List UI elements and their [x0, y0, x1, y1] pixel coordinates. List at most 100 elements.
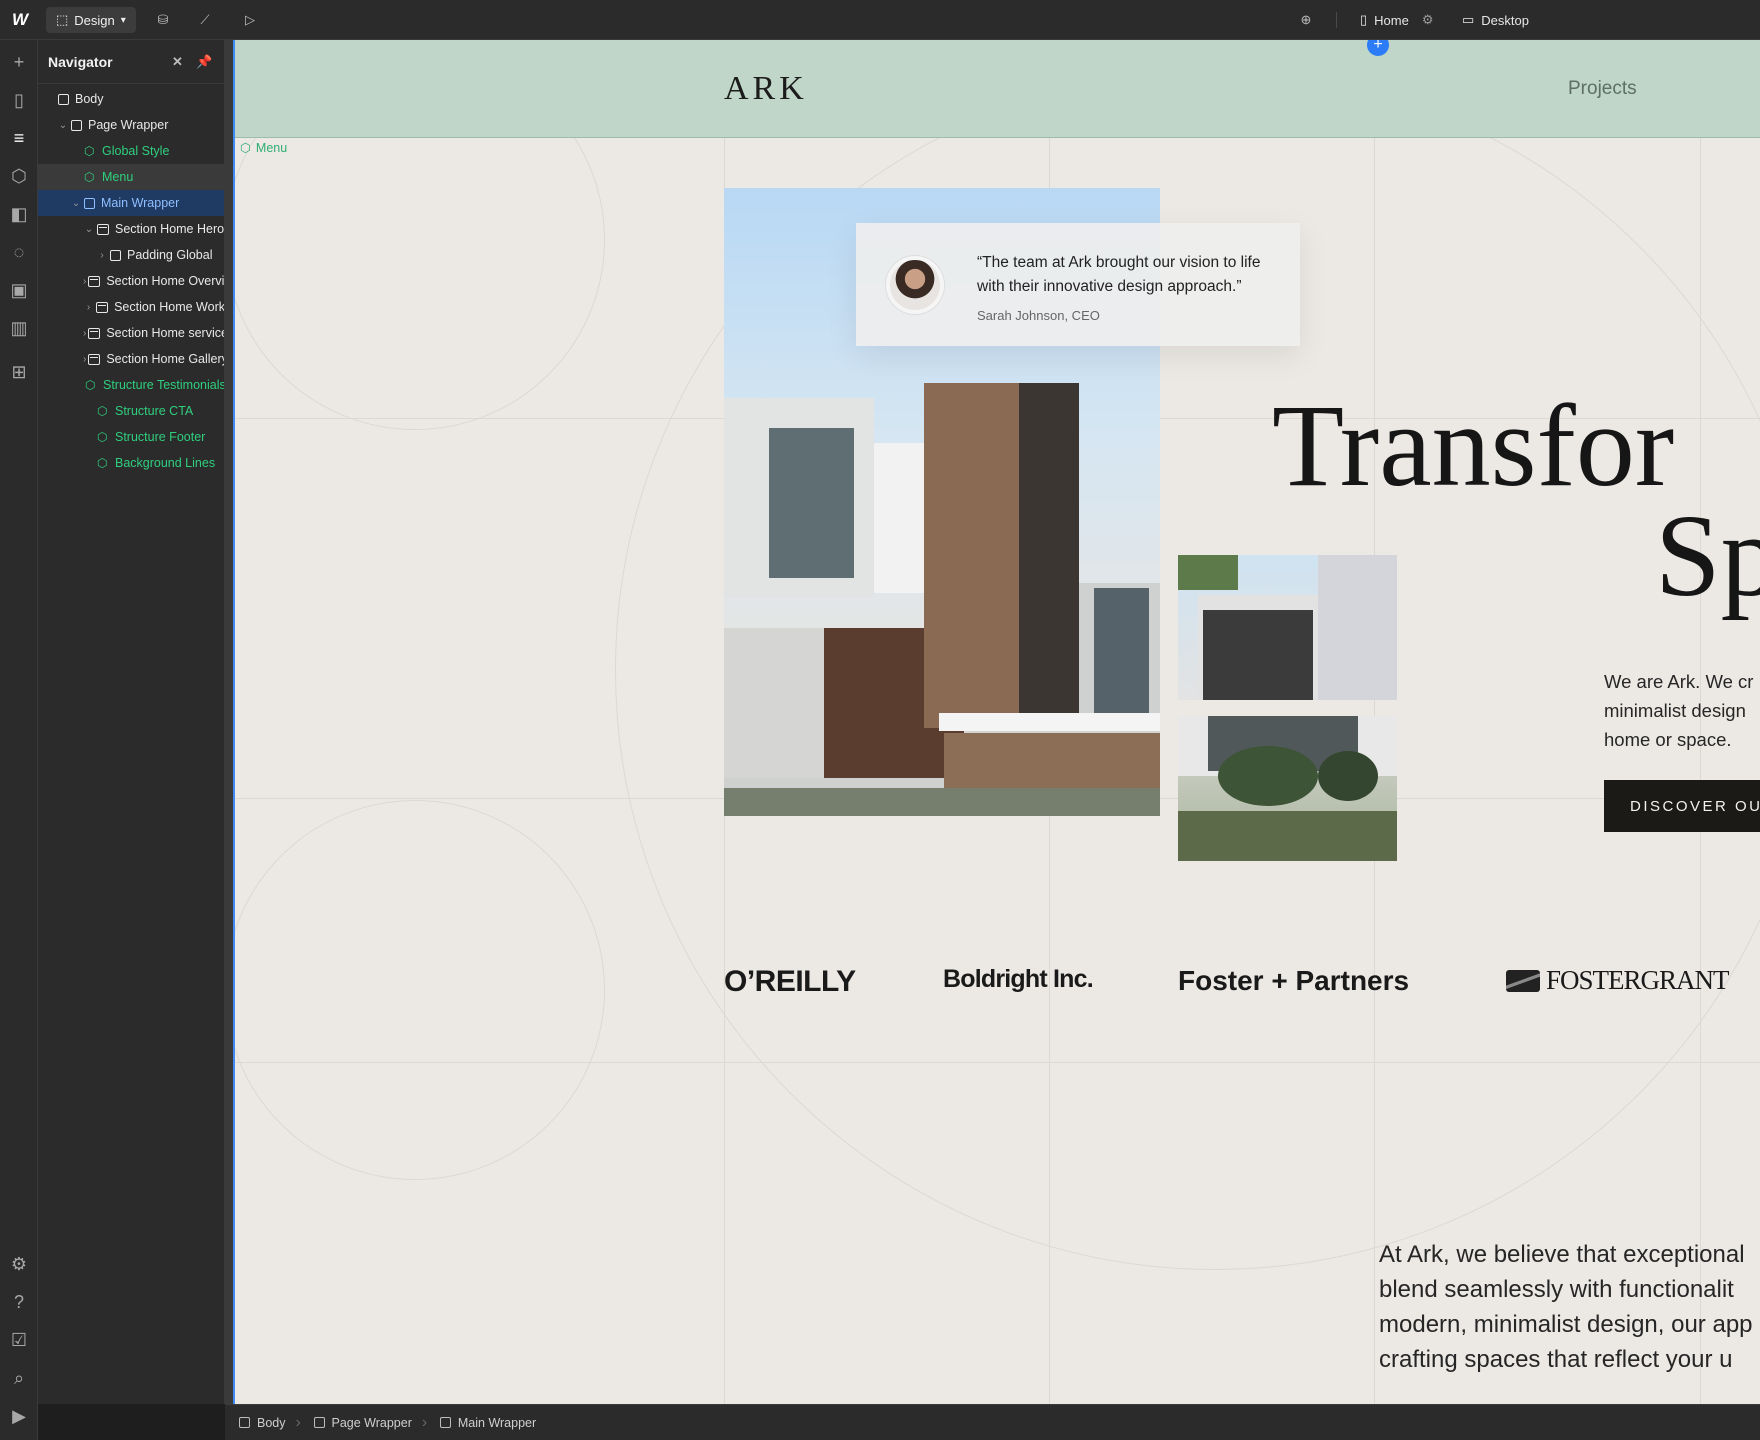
navigator-item-label: Body — [75, 92, 104, 106]
logo-boldright: Boldright Inc. — [943, 965, 1094, 993]
styles-drops-icon[interactable]: ◌ — [0, 238, 38, 266]
chevron-down-icon: ▾ — [120, 14, 126, 26]
left-icon-rail: + ▯ ≡ ⬡ ◧ ◌ ▣ ▥ ⊞ ⚙ ? ☑ ⌕ ▶ — [0, 40, 38, 1440]
chevron-down-icon[interactable]: ⌄ — [83, 224, 95, 235]
navigator-panel: Navigator ✕ 📌 Body ⌄ Page Wrapper ⬡ Global S… — [38, 40, 225, 1404]
components-cube-icon[interactable]: ⬡ — [0, 162, 38, 190]
about-paragraph: At Ark, we believe that exceptional blen… — [1379, 1237, 1753, 1377]
navigator-item-label: Background Lines — [115, 456, 216, 470]
navigator-item[interactable]: ⬡ Structure CTA — [38, 398, 224, 424]
settings-gear-icon[interactable]: ⚙ — [0, 1250, 38, 1278]
help-icon[interactable]: ? — [0, 1288, 38, 1316]
menu-component-tag[interactable]: ⬡ Menu — [240, 140, 288, 156]
section-icon — [88, 353, 101, 365]
about-line: modern, minimalist design, our app — [1379, 1311, 1753, 1338]
box-icon — [239, 1417, 250, 1428]
assets-image-icon[interactable]: ▣ — [0, 276, 38, 304]
navigator-item[interactable]: ⬡ Background Lines — [38, 450, 224, 476]
navigator-item[interactable]: › Padding Global — [38, 242, 224, 268]
chevron-right-icon[interactable]: › — [96, 250, 108, 261]
component-cube-icon: ⬡ — [97, 430, 108, 444]
navigator-item-label: Structure Testimonials — [103, 378, 225, 392]
navigator-item[interactable]: ⌄ Section Home Hero — [38, 216, 225, 242]
preview-play-icon[interactable]: ▷ — [236, 0, 264, 40]
hero-secondary-image-top[interactable] — [1178, 555, 1397, 700]
breadcrumb-item-main-wrapper[interactable]: Main Wrapper — [422, 1414, 550, 1432]
top-toolbar: W ⬚ Design ▾ ⛁ ⟋ ▷ ⊕ ▯ Home ⚙ ▭ Desktop — [0, 0, 1760, 40]
globe-icon[interactable]: ⊕ — [1292, 0, 1320, 40]
navigator-item[interactable]: ⬡ Structure Testimonials — [38, 372, 225, 398]
chevron-right-icon[interactable]: › — [83, 302, 94, 313]
logo-oreilly: O’REILLY — [724, 965, 856, 998]
chevron-right-icon[interactable]: › — [83, 276, 86, 287]
navigator-item[interactable]: ⬡ Menu — [38, 164, 224, 190]
navigator-item[interactable]: ⬡ Global Style — [38, 138, 224, 164]
pages-icon[interactable]: ▯ — [0, 86, 38, 114]
logo-fostergrant: FOSTERGRANT — [1506, 965, 1730, 996]
navigator-scrollbar[interactable] — [225, 40, 233, 1404]
pin-icon[interactable]: 📌 — [196, 54, 212, 70]
navigator-item[interactable]: › Section Home Work — [38, 294, 224, 320]
hero-heading-line1: Transfor — [1272, 380, 1675, 511]
add-panel-plus-icon[interactable]: + — [0, 48, 38, 76]
design-canvas[interactable]: ARK Projects + ⬡ Menu “The team at Ark b… — [233, 40, 1760, 1404]
hero-paragraph: We are Ark. We cr minimalist design home… — [1604, 667, 1760, 754]
discover-button[interactable]: DISCOVER OUR — [1604, 780, 1760, 832]
box-icon — [84, 197, 95, 209]
navigator-item-label: Section Home services — [106, 326, 225, 340]
apps-icon[interactable]: ⊞ — [0, 358, 38, 386]
navigator-item[interactable]: › Section Home services — [38, 320, 225, 346]
navigator-item[interactable]: Body — [38, 86, 224, 112]
cms-database-icon[interactable]: ⛁ — [149, 0, 177, 40]
audit-checkbox-icon[interactable]: ☑ — [0, 1326, 38, 1354]
page-selector[interactable]: ▯ Home ⚙ — [1360, 0, 1434, 40]
section-icon — [97, 223, 109, 235]
component-cube-icon: ⬡ — [240, 141, 251, 155]
breakpoint-selector[interactable]: ▭ Desktop — [1462, 0, 1529, 40]
navigator-item-label: Section Home Overview — [106, 274, 225, 288]
breadcrumb-label: Body — [257, 1415, 286, 1430]
navigator-item-label: Section Home Hero — [115, 222, 225, 236]
page-settings-gear-icon[interactable]: ⚙ — [1422, 12, 1434, 28]
navigator-item[interactable]: ⬡ Structure Footer — [38, 424, 224, 450]
page-label: Home — [1374, 12, 1409, 28]
library-book-icon[interactable]: ▥ — [0, 314, 38, 342]
variables-icon[interactable]: ◧ — [0, 200, 38, 228]
chevron-down-icon[interactable]: ⌄ — [70, 198, 82, 209]
search-icon[interactable]: ⌕ — [0, 1364, 38, 1392]
component-cube-icon: ⬡ — [84, 170, 95, 184]
navigator-item[interactable]: › Section Home Gallery — [38, 346, 224, 372]
navigator-item[interactable]: ⌄ Page Wrapper — [38, 112, 224, 138]
breadcrumb-item-body[interactable]: Body — [225, 1416, 300, 1430]
design-mode-dropdown[interactable]: ⬚ Design ▾ — [46, 7, 136, 33]
box-icon — [313, 1417, 325, 1428]
box-icon — [439, 1417, 451, 1428]
about-line: blend seamlessly with functionalit — [1379, 1276, 1734, 1303]
navigator-item-label: Structure CTA — [115, 404, 194, 418]
navigator-item-label: Structure Footer — [115, 430, 206, 444]
chevron-right-icon[interactable]: › — [83, 328, 86, 339]
nav-link-projects[interactable]: Projects — [1568, 78, 1637, 100]
menu-tag-label: Menu — [255, 140, 288, 155]
breadcrumb-item-page-wrapper[interactable]: Page Wrapper — [295, 1414, 426, 1432]
analytics-chart-icon[interactable]: ⟋ — [191, 0, 219, 40]
webflow-logo-icon[interactable]: W — [8, 0, 32, 40]
navigator-icon[interactable]: ≡ — [0, 124, 38, 152]
site-header[interactable]: ARK Projects — [235, 40, 1760, 138]
hero-paragraph-line: We are Ark. We cr — [1604, 671, 1754, 692]
desktop-breakpoint-icon: ▭ — [1462, 12, 1475, 27]
navigator-item[interactable]: ⌄ Main Wrapper — [38, 190, 224, 216]
chevron-right-icon[interactable]: › — [83, 354, 86, 365]
video-tutorial-icon[interactable]: ▶ — [0, 1402, 38, 1430]
navigator-item[interactable]: › Section Home Overview — [38, 268, 225, 294]
chevron-down-icon[interactable]: ⌄ — [57, 120, 69, 131]
section-icon — [88, 275, 101, 287]
breakpoint-label: Desktop — [1481, 12, 1529, 28]
about-line: crafting spaces that reflect your u — [1379, 1346, 1733, 1373]
site-logo[interactable]: ARK — [724, 70, 808, 108]
testimonial-card[interactable]: “The team at Ark brought our vision to l… — [856, 223, 1300, 346]
collapse-all-icon[interactable]: ✕ — [172, 54, 183, 70]
breadcrumb-label: Page Wrapper — [331, 1415, 412, 1430]
navigator-item-label: Page Wrapper — [88, 118, 169, 132]
hero-secondary-image-bottom[interactable] — [1178, 716, 1397, 861]
